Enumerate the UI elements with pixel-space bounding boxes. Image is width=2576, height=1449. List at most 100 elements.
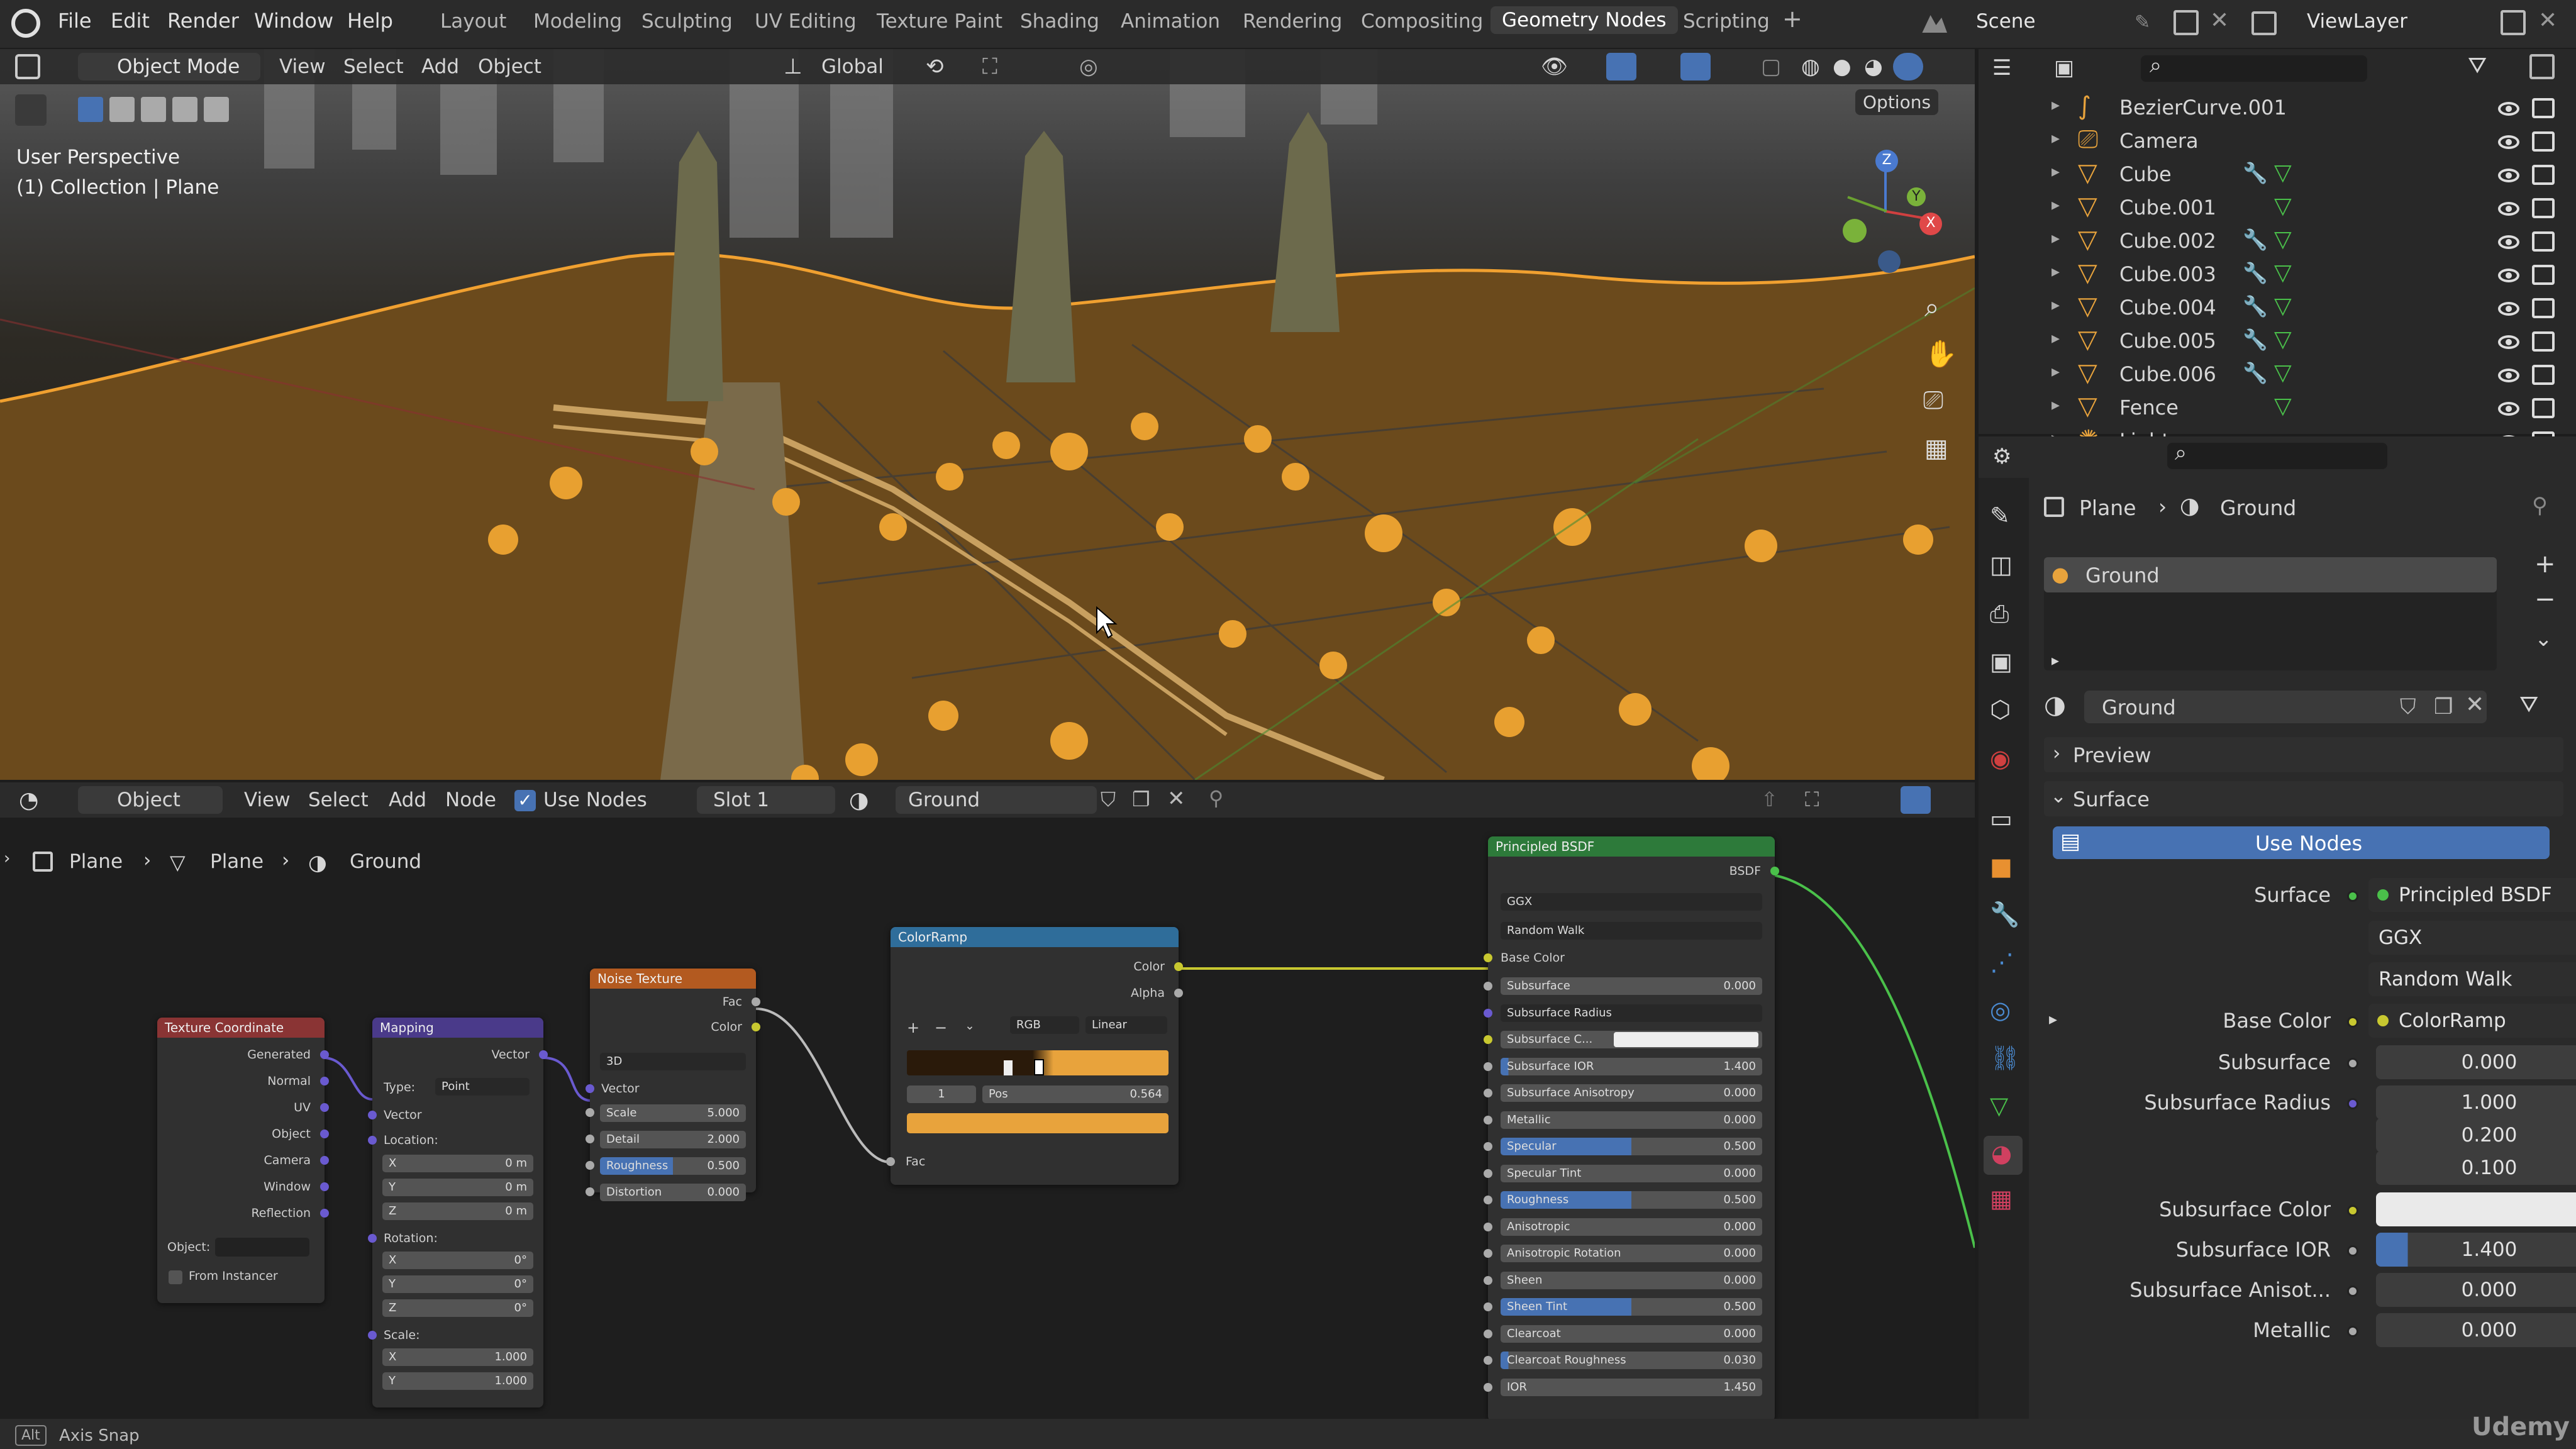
overlay-toggle-icon[interactable] xyxy=(1680,53,1711,80)
visibility-eye-icon[interactable] xyxy=(2498,202,2519,216)
remove-stop-icon[interactable]: − xyxy=(935,1019,947,1036)
render-camera-icon[interactable] xyxy=(2532,331,2555,352)
gizmo-y[interactable]: Y xyxy=(1907,187,1926,206)
outliner-item-name[interactable]: Cube.006 xyxy=(2119,362,2216,386)
outliner-item-name[interactable]: Camera xyxy=(2119,129,2199,153)
shader-node-editor[interactable]: Texture Coordinate Generated Normal UV O… xyxy=(0,782,1975,1421)
remove-slot-icon[interactable]: − xyxy=(2534,585,2556,614)
shading-material-icon[interactable]: ◕ xyxy=(1864,54,1883,79)
property-field[interactable] xyxy=(2376,1192,2576,1226)
noise-texture-node[interactable]: Noise Texture Fac Color 3D Vector Scale 5… xyxy=(586,969,760,1201)
subsurface-method-dropdown[interactable]: Random Walk xyxy=(1501,922,1762,940)
outliner-item-name[interactable]: Cube.001 xyxy=(2119,196,2216,219)
texture-coordinate-node[interactable]: Texture Coordinate Generated Normal UV O… xyxy=(157,1018,329,1303)
visibility-eye-icon[interactable] xyxy=(2498,135,2519,149)
outliner-editor-icon[interactable]: ☰ xyxy=(1992,55,2011,80)
subsurface-color-swatch[interactable] xyxy=(1614,1032,1758,1047)
viewport-menu-view[interactable]: View xyxy=(279,55,326,78)
property-field[interactable]: 1.000 xyxy=(2376,1085,2576,1119)
socket-dot-icon[interactable] xyxy=(2347,1205,2358,1216)
editor-type-icon[interactable]: ◔ xyxy=(19,787,38,813)
rotation-y[interactable]: Y 0° xyxy=(382,1275,533,1293)
bsdf-field[interactable]: Specular 0.500 xyxy=(1501,1138,1762,1155)
workspace-tab-animation[interactable]: Animation xyxy=(1121,10,1220,33)
fake-user-icon[interactable]: ⛉ xyxy=(1101,787,1116,812)
rotation-z[interactable]: Z 0° xyxy=(382,1299,533,1317)
slot-expand-icon[interactable]: ▸ xyxy=(2051,652,2059,669)
tool-tab-icon[interactable]: ✎ xyxy=(1990,502,2010,530)
gizmo-x[interactable]: X xyxy=(1919,213,1942,235)
location-y[interactable]: Y0 m xyxy=(382,1179,533,1196)
bsdf-field[interactable]: Clearcoat Roughness 0.030 xyxy=(1501,1352,1762,1369)
workspace-tab-sculpting[interactable]: Sculpting xyxy=(641,10,733,33)
particles-tab-icon[interactable]: ⋰ xyxy=(1990,948,2014,976)
breadcrumb-collapse-icon[interactable]: › xyxy=(4,849,10,868)
editor-type-icon[interactable] xyxy=(15,54,40,79)
workspace-tab-geometry-nodes[interactable]: Geometry Nodes xyxy=(1491,6,1678,34)
expand-arrow-icon[interactable]: ▸ xyxy=(2051,262,2060,281)
scene-pin-icon[interactable]: ✎ xyxy=(2135,11,2150,33)
duplicate-material-icon[interactable]: ❐ xyxy=(1132,787,1150,811)
visibility-icon[interactable]: 👁 xyxy=(1541,54,1568,79)
xray-icon[interactable]: ▢ xyxy=(1761,54,1781,79)
expand-arrow-icon[interactable]: ▸ xyxy=(2051,362,2060,381)
menu-window[interactable]: Window xyxy=(254,9,333,33)
texture-tab-icon[interactable]: ▦ xyxy=(1990,1185,2012,1213)
visibility-eye-icon[interactable] xyxy=(2498,269,2519,282)
render-camera-icon[interactable] xyxy=(2532,98,2555,118)
workspace-tab-compositing[interactable]: Compositing xyxy=(1361,10,1483,33)
bsdf-field[interactable]: Anisotropic 0.000 xyxy=(1501,1218,1762,1236)
socket-dot-icon[interactable] xyxy=(2347,1326,2358,1337)
property-field[interactable]: ColorRamp xyxy=(2368,1004,2576,1038)
outliner[interactable]: ☰ ▣ ⌕ ⛛ ▸∫BezierCurve.001🔧▽▸⎚Camera🔧▽▸▽C… xyxy=(1979,49,2576,454)
bsdf-field[interactable]: Metallic 0.000 xyxy=(1501,1111,1762,1129)
bsdf-field[interactable]: Subsurface Anisotropy 0.000 xyxy=(1501,1084,1762,1102)
property-field[interactable]: 0.000 xyxy=(2376,1313,2576,1347)
overlay-node-icon[interactable] xyxy=(1901,786,1931,814)
select-box-subtract-icon[interactable] xyxy=(141,97,166,122)
snap-node-icon[interactable]: ⛶ xyxy=(1805,787,1819,812)
node-menu-view[interactable]: View xyxy=(244,789,291,811)
select-box-intersect-icon[interactable] xyxy=(204,97,229,122)
property-field[interactable]: 0.000 xyxy=(2376,1045,2576,1079)
rotation-x[interactable]: X 0° xyxy=(382,1252,533,1269)
visibility-eye-icon[interactable] xyxy=(2498,402,2519,416)
snap-icon[interactable]: ⛶ xyxy=(982,54,997,79)
props-editor-icon[interactable]: ⚙ xyxy=(1992,444,2011,469)
pan-hand-icon[interactable]: ✋ xyxy=(1924,338,1957,370)
node-menu-node[interactable]: Node xyxy=(445,789,496,811)
outliner-row[interactable]: ▸∫BezierCurve.001🔧▽ xyxy=(1979,92,2576,125)
render-camera-icon[interactable] xyxy=(2532,365,2555,385)
workspace-tab-uv-editing[interactable]: UV Editing xyxy=(755,10,857,33)
bsdf-field[interactable]: Sheen Tint 0.500 xyxy=(1501,1298,1762,1316)
shading-solid-icon[interactable]: ● xyxy=(1833,54,1852,79)
transform-orientation-icon[interactable]: ⊥ xyxy=(784,54,802,79)
scene-tab-icon[interactable]: ⬡ xyxy=(1990,696,2011,723)
outliner-item-name[interactable]: Cube.003 xyxy=(2119,262,2216,286)
bsdf-field[interactable]: Anisotropic Rotation 0.000 xyxy=(1501,1245,1762,1262)
duplicate-icon[interactable]: ❐ xyxy=(2434,694,2453,719)
view-layer-tab-icon[interactable]: ▣ xyxy=(1990,648,2012,675)
stop-position-field[interactable]: Pos 0.564 xyxy=(982,1085,1169,1103)
visibility-eye-icon[interactable] xyxy=(2498,169,2519,182)
type-dropdown[interactable]: Point xyxy=(435,1078,530,1096)
delete-scene-icon[interactable]: ✕ xyxy=(2210,8,2229,33)
slot-menu-icon[interactable]: ⌄ xyxy=(2534,626,2553,652)
detail-field[interactable]: Detail 2.000 xyxy=(600,1131,746,1148)
socket-dot-icon[interactable] xyxy=(2347,1098,2358,1109)
properties-editor[interactable]: ⚙ ⌕ Plane › ◑ Ground ⚲ ● Ground + − ⌄ ▸ … xyxy=(1979,436,2576,1419)
outliner-item-name[interactable]: Cube.004 xyxy=(2119,296,2216,319)
outliner-row[interactable]: ▸ ▽ Cube.002 🔧 ▽ xyxy=(1979,225,2576,258)
viewport-menu-object[interactable]: Object xyxy=(478,55,541,78)
material-browse-icon[interactable]: ◑ xyxy=(2044,691,2066,719)
visibility-eye-icon[interactable] xyxy=(2498,369,2519,382)
bsdf-field[interactable]: Roughness 0.500 xyxy=(1501,1191,1762,1209)
delete-view-layer-icon[interactable]: ✕ xyxy=(2538,8,2557,33)
proportional-edit-icon[interactable]: ◎ xyxy=(1079,54,1098,79)
distortion-field[interactable]: Distortion 0.000 xyxy=(600,1184,746,1201)
zoom-icon[interactable]: ⌕ xyxy=(1924,292,1940,323)
outliner-search-input[interactable] xyxy=(2141,55,2367,82)
outliner-item-name[interactable]: BezierCurve.001 xyxy=(2119,96,2287,119)
scene-name[interactable]: Scene xyxy=(1976,10,2036,33)
principled-bsdf-node[interactable]: Principled BSDF BSDF GGX Random Walk Bas… xyxy=(1484,836,1779,1421)
